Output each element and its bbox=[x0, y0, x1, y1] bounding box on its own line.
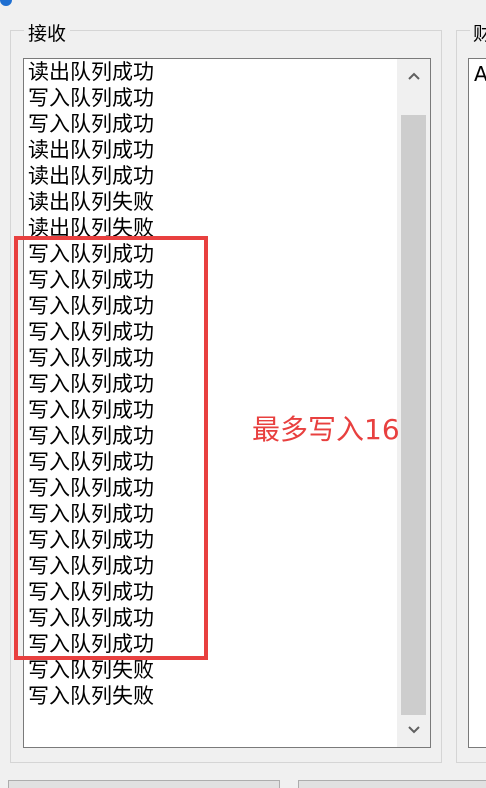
list-item[interactable]: 写入队列成功 bbox=[24, 631, 397, 657]
right-listbox[interactable] bbox=[468, 58, 486, 748]
list-item[interactable]: 读出队列成功 bbox=[24, 137, 397, 163]
list-item[interactable]: 写入队列成功 bbox=[24, 449, 397, 475]
app-window: 接收 读出队列成功 写入队列成功 写入队列成功 读出队列成功 读出队列成功 读出队列失败读… bbox=[0, 0, 486, 788]
receive-listbox[interactable]: 读出队列成功 写入队列成功 写入队列成功 读出队列成功 读出队列成功 读出队列失败 读出队列… bbox=[23, 58, 431, 748]
list-item[interactable]: 写入队列失败 bbox=[24, 683, 397, 709]
receive-group-label: 接收 bbox=[24, 22, 71, 46]
list-item[interactable]: 写入队列成功 bbox=[24, 527, 397, 553]
list-item[interactable]: 写入队列成功 bbox=[24, 267, 397, 293]
vertical-scrollbar[interactable] bbox=[397, 59, 430, 747]
list-item[interactable]: 写入队列成功 bbox=[24, 553, 397, 579]
scroll-thumb[interactable] bbox=[401, 115, 426, 715]
list-item[interactable]: 写入队列成功 bbox=[24, 111, 397, 137]
list-item[interactable]: 写入队列成功 bbox=[24, 241, 397, 267]
chevron-up-icon bbox=[407, 72, 420, 80]
list-item[interactable]: 写入队列成功 bbox=[24, 85, 397, 111]
list-item[interactable]: 读出队列失败 bbox=[24, 189, 397, 215]
list-item[interactable]: 读出队列成功 bbox=[24, 163, 397, 189]
list-item[interactable]: 写入队列成功 bbox=[24, 319, 397, 345]
list-item[interactable]: 写入队列成功 bbox=[24, 579, 397, 605]
app-icon bbox=[0, 0, 12, 6]
scroll-up-button[interactable] bbox=[397, 59, 430, 93]
list-item[interactable]: 写入队列成功 bbox=[24, 293, 397, 319]
bottom-button-right[interactable] bbox=[298, 780, 486, 788]
receive-list: 读出队列成功 写入队列成功 写入队列成功 读出队列成功 读出队列成功 读出队列失败 读出队列… bbox=[24, 59, 397, 709]
bottom-button-left[interactable] bbox=[8, 780, 280, 788]
scroll-down-button[interactable] bbox=[397, 713, 430, 747]
right-list-item: A bbox=[474, 62, 486, 86]
list-item[interactable]: 写入队列成功 bbox=[24, 605, 397, 631]
list-item[interactable]: 写入队列成功 bbox=[24, 501, 397, 527]
list-item[interactable]: 写入队列失败 bbox=[24, 657, 397, 683]
list-item[interactable]: 读出队列失败 bbox=[24, 215, 397, 241]
list-item[interactable]: 写入队列成功 bbox=[24, 371, 397, 397]
list-item[interactable]: 写入队列成功 bbox=[24, 475, 397, 501]
right-group-label: 财 bbox=[470, 22, 486, 46]
list-item[interactable]: 写入队列成功 bbox=[24, 345, 397, 371]
chevron-down-icon bbox=[407, 726, 420, 734]
list-item[interactable]: 读出队列成功 bbox=[24, 59, 397, 85]
annotation-text: 最多写入16 bbox=[252, 413, 400, 446]
